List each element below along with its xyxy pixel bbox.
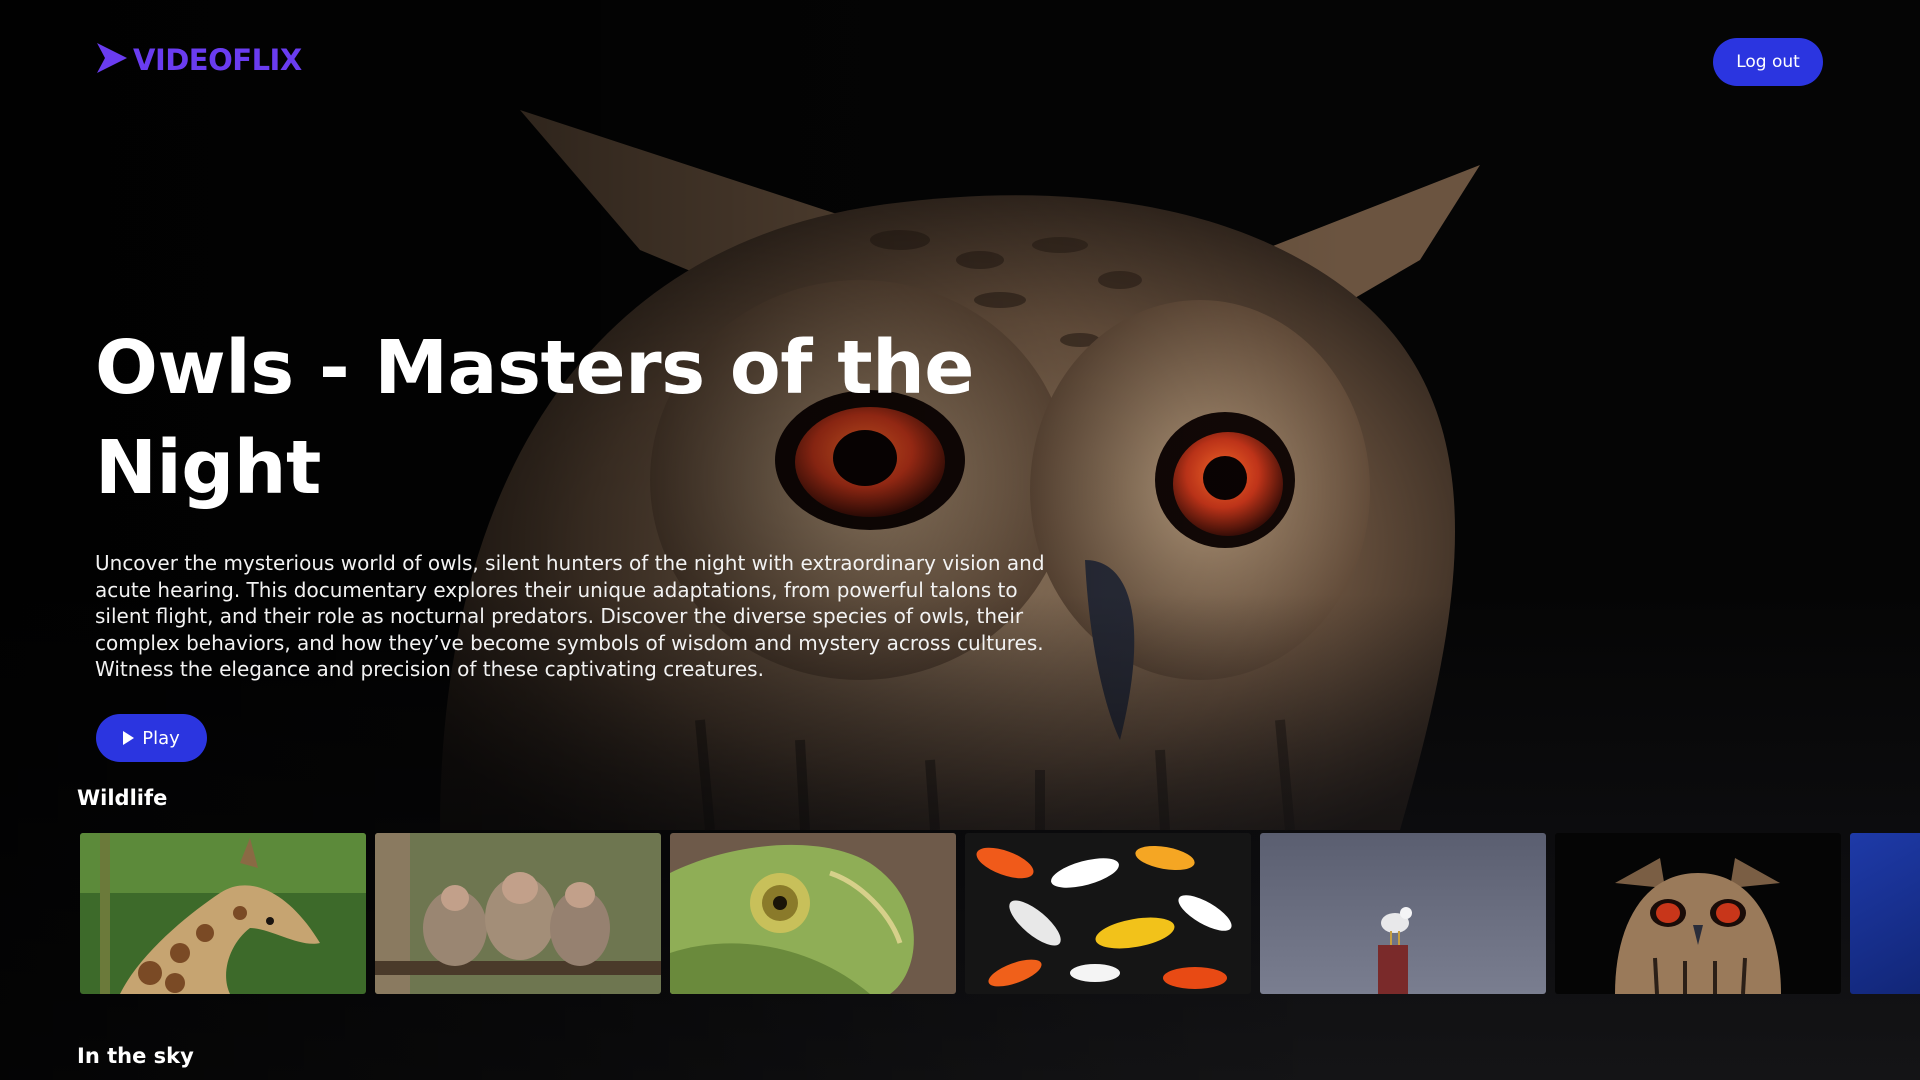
- hero-title: Owls - Masters of the Night: [95, 325, 974, 511]
- play-button[interactable]: Play: [96, 714, 207, 762]
- play-icon: [123, 731, 135, 745]
- play-label: Play: [142, 727, 180, 749]
- thumbnail-seagull-on-post[interactable]: [1260, 833, 1546, 994]
- hero-description: Uncover the mysterious world of owls, si…: [95, 551, 1045, 681]
- chevron-play-icon: [95, 41, 129, 79]
- brand-name: VIDEOFLIX: [133, 43, 302, 77]
- logout-button[interactable]: Log out: [1713, 38, 1823, 86]
- thumbnail-chameleon[interactable]: [670, 833, 956, 994]
- thumbnail-giraffe[interactable]: [80, 833, 366, 994]
- wildlife-carousel: [80, 833, 1920, 994]
- thumbnail-koi-fish[interactable]: [965, 833, 1251, 994]
- thumbnail-eagle-owl[interactable]: [1555, 833, 1841, 994]
- thumbnail-blue-ocean[interactable]: [1850, 833, 1920, 994]
- thumbnail-baboons[interactable]: [375, 833, 661, 994]
- row-title-in-the-sky: In the sky: [77, 1044, 194, 1068]
- row-title-wildlife: Wildlife: [77, 786, 168, 810]
- videoflix-logo[interactable]: VIDEOFLIX: [95, 42, 302, 78]
